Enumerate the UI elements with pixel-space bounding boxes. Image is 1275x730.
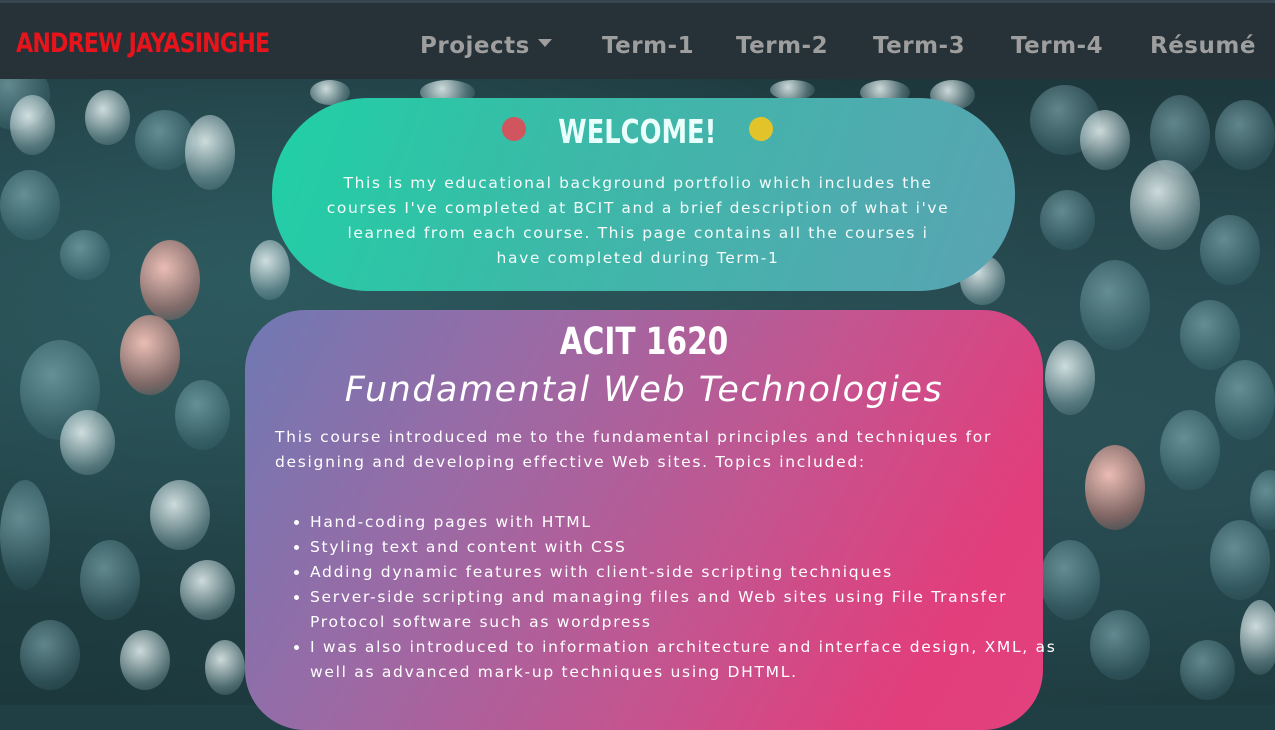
course-topics-list: Hand-coding pages with HTML Styling text… (275, 510, 1060, 685)
brand-logo[interactable]: ANDREW JAYASINGHE (16, 28, 270, 59)
course-name: Fundamental Web Technologies (344, 370, 944, 410)
list-item: Styling text and content with CSS (310, 535, 1060, 560)
list-item: I was also introduced to information arc… (310, 635, 1060, 685)
welcome-description: This is my educational background portfo… (326, 174, 950, 267)
nav-term-3[interactable]: Term-3 (873, 33, 965, 59)
list-item: Hand-coding pages with HTML (310, 510, 1060, 535)
list-item: Adding dynamic features with client-side… (310, 560, 1060, 585)
red-dot-icon (502, 116, 527, 141)
list-item: Server-side scripting and managing files… (310, 585, 1060, 635)
course-intro: This course introduced me to the fundame… (275, 428, 993, 471)
nav-term-4[interactable]: Term-4 (1011, 33, 1103, 59)
nav-term-2[interactable]: Term-2 (736, 33, 828, 59)
nav-projects-dropdown[interactable]: Projects (420, 33, 552, 59)
top-navbar: ANDREW JAYASINGHE Projects Term-1 Term-2… (0, 0, 1275, 79)
course-code: ACIT 1620 (559, 320, 729, 363)
yellow-dot-icon (748, 116, 773, 141)
nav-term-1[interactable]: Term-1 (602, 33, 694, 59)
caret-down-icon (537, 38, 552, 47)
welcome-heading: WELCOME! (0, 112, 1275, 151)
nav-projects-label: Projects (420, 33, 530, 59)
nav-resume[interactable]: Résumé (1150, 33, 1256, 59)
welcome-title: WELCOME! (558, 112, 717, 151)
